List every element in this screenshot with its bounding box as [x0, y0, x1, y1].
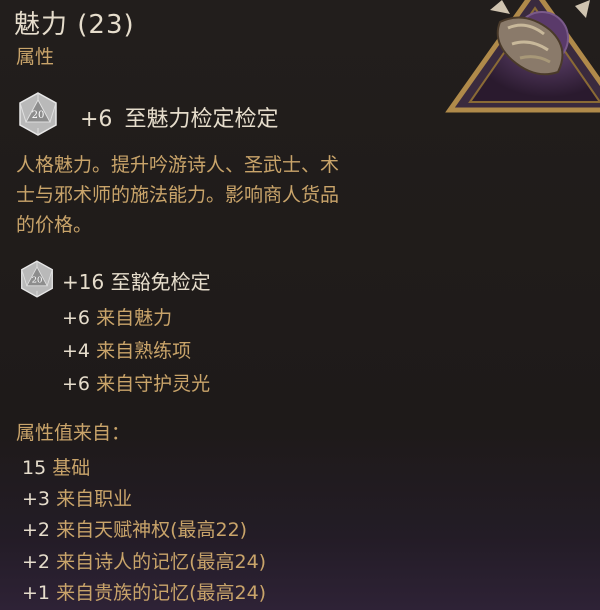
charisma-emblem-icon: [445, 0, 600, 113]
source-label: 来自魅力: [96, 307, 173, 329]
source-label: 来自诗人的记忆(最高24): [56, 551, 267, 573]
check-bonus: +6: [80, 107, 113, 132]
attribute-source-row: 15 基础: [22, 453, 90, 480]
source-label: 基础: [52, 457, 91, 479]
d20-label: 20: [32, 110, 45, 121]
source-value: +6: [62, 307, 91, 329]
attribute-description: 人格魅力。提升吟游诗人、圣武士、术 士与邪术师的施法能力。影响商人货品 的价格。: [16, 150, 416, 240]
source-label: 来自熟练项: [96, 340, 192, 362]
source-value: +3: [22, 488, 51, 510]
check-label: 至魅力检定: [124, 107, 235, 132]
saving-throw-source: +6 来自守护灵光: [62, 369, 210, 396]
source-value: +2: [22, 519, 51, 541]
d20-label: 20: [32, 275, 43, 285]
d20-icon: 20: [19, 92, 57, 136]
source-value: +2: [22, 551, 51, 573]
description-line: 士与邪术师的施法能力。影响商人货品: [16, 184, 340, 206]
attribute-source-row: +2 来自诗人的记忆(最高24): [22, 547, 266, 574]
description-line: 的价格。: [16, 214, 93, 236]
attribute-sources-header: 属性值来自：: [16, 422, 131, 444]
tooltip-panel: 魅力 (23) 属性 20 +6 至魅力检定检定 人格魅力。提升吟游诗人、圣武士、…: [0, 0, 600, 610]
saving-throw-line: +16 至豁免检定: [62, 270, 211, 294]
attribute-title: 魅力 (23): [14, 10, 135, 40]
ability-check-line: +6 至魅力检定检定: [80, 101, 278, 133]
source-label: 来自职业: [56, 488, 133, 510]
source-label: 来自守护灵光: [96, 373, 211, 395]
source-value: 15: [22, 457, 47, 479]
saving-throw-source: +6 来自魅力: [62, 303, 172, 330]
attribute-source-row: +2 来自天赋神权(最高22): [22, 515, 247, 542]
source-value: +4: [62, 340, 91, 362]
d20-icon: 20: [21, 260, 53, 298]
saving-throw-source: +4 来自熟练项: [62, 336, 191, 363]
source-value: +6: [62, 373, 91, 395]
check-label-suffix: 检定: [234, 107, 279, 132]
source-label: 来自贵族的记忆(最高24): [56, 582, 267, 604]
attribute-source-row: +3 来自职业: [22, 484, 132, 511]
attribute-source-row: +1 来自贵族的记忆(最高24): [22, 578, 266, 605]
attribute-subtitle: 属性: [16, 46, 55, 68]
source-label: 来自天赋神权(最高22): [56, 519, 248, 541]
description-line: 人格魅力。提升吟游诗人、圣武士、术: [16, 154, 340, 176]
source-value: +1: [22, 582, 51, 604]
